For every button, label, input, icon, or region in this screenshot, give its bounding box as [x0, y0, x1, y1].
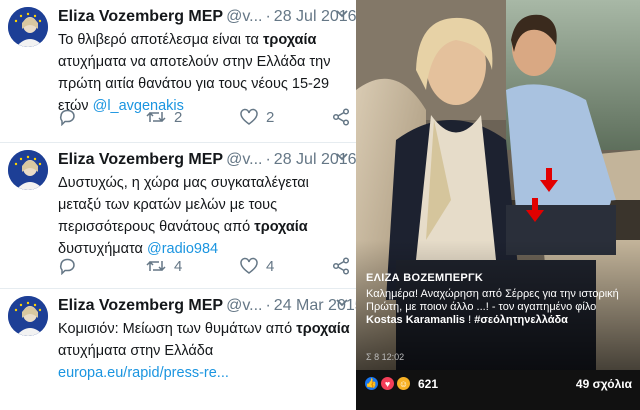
- share-button[interactable]: [332, 255, 350, 277]
- user-handle[interactable]: @v...: [226, 297, 262, 314]
- retweet-button[interactable]: 4: [146, 255, 182, 277]
- tweet-actions: 2 2: [58, 106, 353, 128]
- user-name[interactable]: Eliza Vozemberg MEP: [58, 8, 223, 25]
- post-timestamp: Σ 8 12:02: [366, 352, 405, 362]
- tagged-person[interactable]: Kostas Karamanlis: [366, 314, 465, 326]
- post-caption: ΕΛΙΖΑ ΒΟΖΕΜΠΕΡΓΚ Καλημέρα! Αναχώρηση από…: [366, 272, 636, 327]
- hashtag-link[interactable]: #σεόλητηνελλάδα: [474, 314, 568, 326]
- retweet-button[interactable]: 2: [146, 106, 182, 128]
- tweet-header: Eliza Vozemberg MEP @v... · 28 Jul 2016: [58, 8, 357, 25]
- retweet-count: 4: [174, 257, 183, 275]
- reply-icon: [59, 109, 75, 126]
- user-name[interactable]: Eliza Vozemberg MEP: [58, 297, 223, 314]
- chevron-down-icon[interactable]: [336, 9, 348, 19]
- haha-reaction-icon: ☺: [396, 376, 411, 391]
- like-button[interactable]: 2: [240, 106, 274, 128]
- share-icon: [332, 257, 350, 275]
- like-reaction-icon: 👍: [364, 376, 379, 391]
- heart-icon: [240, 108, 258, 125]
- tweet-actions: 4 4: [58, 255, 353, 277]
- post-text: Καλημέρα! Αναχώρηση από Σέρρες για την ι…: [366, 288, 619, 326]
- tweet-header: Eliza Vozemberg MEP @v... · 28 Jul 2016: [58, 151, 357, 168]
- avatar[interactable]: [8, 296, 48, 336]
- comments-count[interactable]: 49 σχόλια: [576, 377, 632, 391]
- tweet-text: Δυστυχώς, η χώρα μας συγκαταλέγεται μετα…: [58, 175, 309, 257]
- tweet-text: Κομισιόν: Μείωση των θυμάτων από τροχαία…: [58, 321, 350, 381]
- tweet[interactable]: Eliza Vozemberg MEP @v... · 28 Jul 2016 Δυσ…: [0, 143, 357, 289]
- retweet-icon: [146, 260, 166, 272]
- avatar[interactable]: [8, 7, 48, 47]
- heart-icon: [240, 257, 258, 274]
- tweet-header: Eliza Vozemberg MEP @v... · 24 Mar 2015: [58, 297, 364, 314]
- retweet-count: 2: [174, 108, 183, 126]
- reply-icon: [59, 258, 75, 275]
- reply-button[interactable]: [58, 255, 76, 277]
- like-button[interactable]: 4: [240, 255, 274, 277]
- chevron-down-icon[interactable]: [336, 298, 348, 308]
- avatar[interactable]: [8, 150, 48, 190]
- facebook-post: ΕΛΙΖΑ ΒΟΖΕΜΠΕΡΓΚ Καλημέρα! Αναχώρηση από…: [356, 0, 640, 410]
- post-photo[interactable]: [356, 0, 640, 392]
- tweet-list: Eliza Vozemberg MEP @v... · 28 Jul 2016 Το …: [0, 0, 364, 410]
- tweet-date[interactable]: 24 Mar 2015: [274, 297, 364, 314]
- user-name[interactable]: Eliza Vozemberg MEP: [58, 151, 223, 168]
- share-icon: [332, 108, 350, 126]
- tweet[interactable]: Eliza Vozemberg MEP @v... · 28 Jul 2016 Το …: [0, 0, 357, 143]
- reaction-count: 621: [418, 376, 439, 391]
- link-url[interactable]: europa.eu/rapid/press-re...: [58, 365, 229, 381]
- tweet-text: Το θλιβερό αποτέλεσμα είναι τα τροχαία α…: [58, 32, 331, 114]
- like-count: 4: [266, 257, 275, 275]
- user-handle[interactable]: @v...: [226, 8, 262, 25]
- user-handle[interactable]: @v...: [226, 151, 262, 168]
- reply-button[interactable]: [58, 106, 76, 128]
- like-count: 2: [266, 108, 275, 126]
- share-button[interactable]: [332, 106, 350, 128]
- chevron-down-icon[interactable]: [336, 152, 348, 162]
- retweet-icon: [146, 111, 166, 123]
- reactions[interactable]: 👍 ♥ ☺ 621: [364, 376, 438, 391]
- tweet[interactable]: Eliza Vozemberg MEP @v... · 24 Mar 2015 Κομ…: [0, 289, 364, 410]
- love-reaction-icon: ♥: [380, 376, 395, 391]
- reaction-bar: 👍 ♥ ☺ 621 49 σχόλια: [356, 370, 640, 410]
- post-author[interactable]: ΕΛΙΖΑ ΒΟΖΕΜΠΕΡΓΚ: [366, 272, 636, 284]
